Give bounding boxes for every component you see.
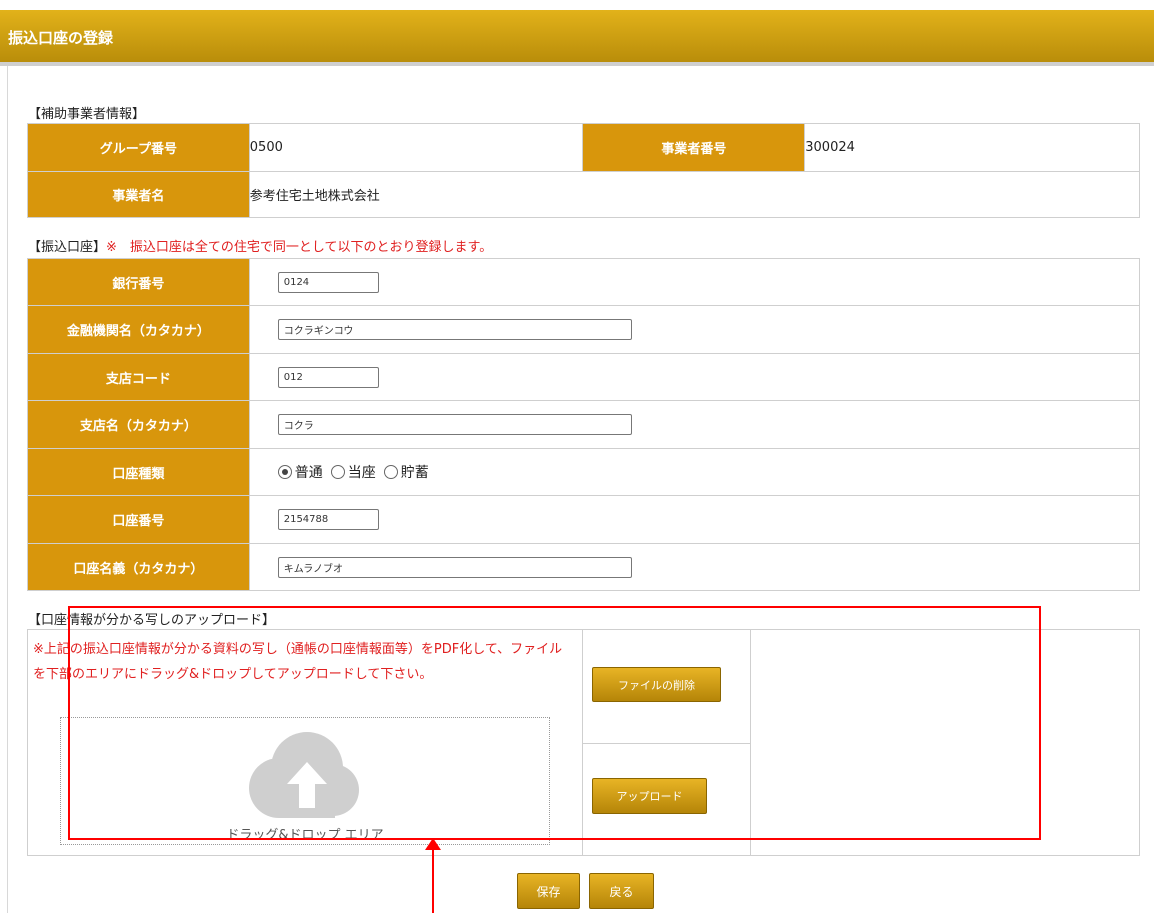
account-holder-input[interactable] <box>277 556 632 578</box>
branch-name-input[interactable] <box>277 414 632 435</box>
account-number-label: 口座番号 <box>27 495 250 544</box>
page-title: 振込口座の登録 <box>8 29 114 47</box>
table-row: 口座種類 普通 当座 貯蓄 <box>27 448 1141 496</box>
cloud-upload-icon <box>249 732 359 818</box>
radio-icon[interactable] <box>383 465 398 479</box>
back-button[interactable]: 戻る <box>589 873 654 909</box>
table-row: 事業者名 参考住宅土地株式会社 <box>27 171 1141 218</box>
branch-name-label: 支店名（カタカナ） <box>27 400 250 449</box>
account-section-note: ※ 振込口座は全ての住宅で同一として以下のとおり登録します。 <box>106 240 493 255</box>
account-type-label: 口座種類 <box>27 448 250 496</box>
annotation-arrow-icon <box>425 838 441 850</box>
table-row: 口座名義（カタカナ） <box>27 543 1141 591</box>
account-number-input[interactable] <box>277 509 379 530</box>
bank-code-label: 銀行番号 <box>27 258 250 306</box>
account-type-option-futsu[interactable]: 普通 <box>277 462 323 482</box>
column-divider <box>750 629 751 856</box>
save-button[interactable]: 保存 <box>517 873 580 909</box>
table-row: 銀行番号 <box>27 258 1141 306</box>
top-strip <box>0 0 1154 10</box>
page-header: 振込口座の登録 <box>0 10 1154 66</box>
table-row: グループ番号 0500 事業者番号 300024 <box>27 123 1140 172</box>
table-row: 支店コード <box>27 353 1141 401</box>
business-info-table: グループ番号 0500 事業者番号 300024 事業者名 参考住宅土地株式会社 <box>27 123 1141 218</box>
business-name-label: 事業者名 <box>27 171 250 218</box>
bank-name-input[interactable] <box>277 319 632 340</box>
bank-code-input[interactable] <box>277 271 379 293</box>
bank-name-label: 金融機関名（カタカナ） <box>27 305 250 354</box>
table-row: 口座番号 <box>27 495 1141 544</box>
table-row: 支店名（カタカナ） <box>27 400 1141 449</box>
account-type-option-touza[interactable]: 当座 <box>330 462 376 482</box>
account-section-label: 【振込口座】※ 振込口座は全ての住宅で同一として以下のとおり登録します。 <box>28 236 492 255</box>
group-number-value: 0500 <box>248 123 584 172</box>
delete-file-button[interactable]: ファイルの削除 <box>592 667 721 702</box>
business-number-label: 事業者番号 <box>582 123 806 172</box>
annotation-arrow-shaft <box>432 848 434 913</box>
branch-code-label: 支店コード <box>27 353 250 401</box>
upload-instructions: ※上記の振込口座情報が分かる資料の写し（通帳の口座情報面等）をPDF化して、ファ… <box>33 642 563 682</box>
account-type-option-chochiku[interactable]: 貯蓄 <box>383 462 429 482</box>
left-rule <box>7 66 8 913</box>
business-section-label: 【補助事業者情報】 <box>28 107 146 122</box>
drag-drop-area[interactable]: ドラッグ&ドロップ エリア <box>60 717 550 845</box>
row-divider <box>583 743 750 744</box>
upload-section-label: 【口座情報が分かる写しのアップロード】 <box>28 613 276 628</box>
group-number-label: グループ番号 <box>27 123 250 172</box>
business-name-value: 参考住宅土地株式会社 <box>248 171 1141 218</box>
radio-selected-icon[interactable] <box>277 465 292 479</box>
business-number-value: 300024 <box>804 123 1140 172</box>
account-type-radio-group: 普通 当座 貯蓄 <box>277 462 1139 482</box>
account-holder-label: 口座名義（カタカナ） <box>27 543 250 591</box>
upload-button[interactable]: アップロード <box>592 778 707 814</box>
account-section-title: 【振込口座】 <box>28 240 107 255</box>
table-row: 金融機関名（カタカナ） <box>27 305 1141 354</box>
branch-code-input[interactable] <box>277 366 379 388</box>
account-table: 銀行番号 金融機関名（カタカナ） 支店コード 支店名（カタカナ） 口座種類 普通… <box>27 258 1141 591</box>
radio-icon[interactable] <box>330 465 345 479</box>
drop-area-label: ドラッグ&ドロップ エリア <box>226 828 384 843</box>
